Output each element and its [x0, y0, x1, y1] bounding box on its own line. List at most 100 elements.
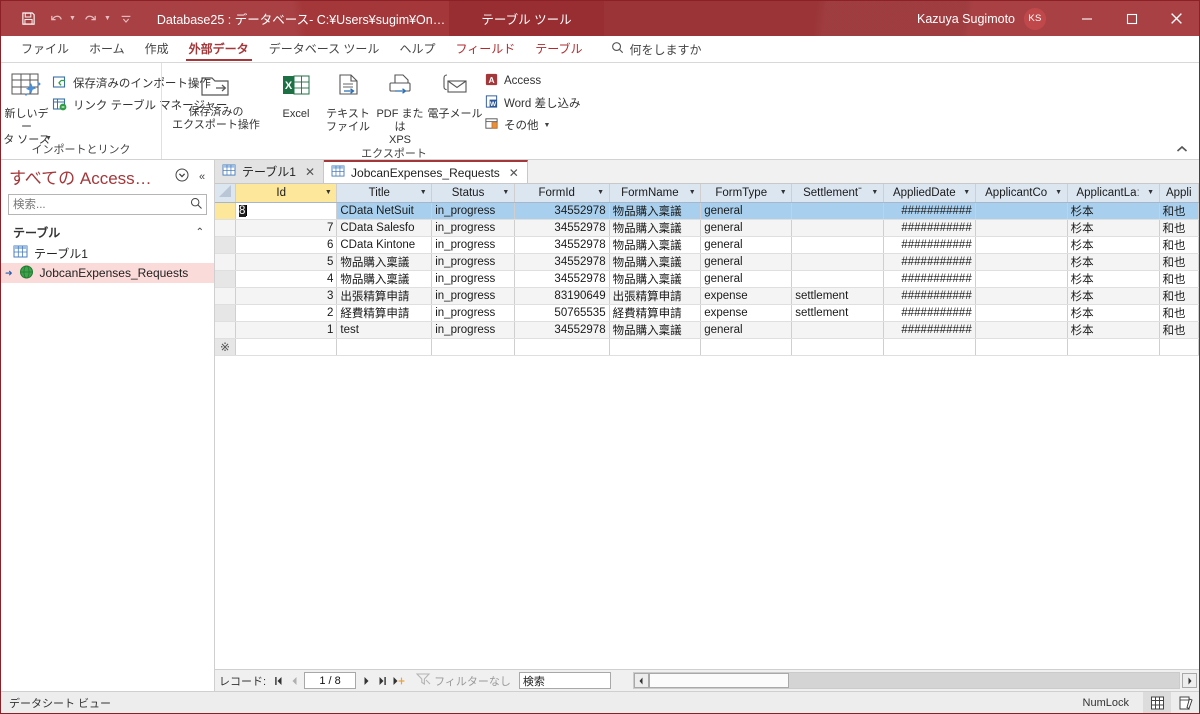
- cell-id[interactable]: 5: [235, 253, 338, 271]
- cell-applicantcode[interactable]: [975, 321, 1068, 339]
- user-name[interactable]: Kazuya Sugimoto: [917, 12, 1015, 26]
- cell-formtype[interactable]: general: [700, 321, 793, 339]
- cell-applicantcode[interactable]: [975, 219, 1068, 237]
- table-row[interactable]: 7 CData Salesfo in_progress 34552978 物品購入稟議 g…: [215, 219, 1199, 237]
- export-word-merge-button[interactable]: W Word 差し込み: [484, 92, 586, 114]
- cell-id[interactable]: 6: [235, 236, 338, 254]
- redo-icon[interactable]: [78, 7, 104, 31]
- cell-applicantcode[interactable]: [975, 304, 1068, 322]
- column-header-applicantlastname[interactable]: ApplicantLaː ▼: [1067, 184, 1160, 203]
- cell-title[interactable]: 経費精算申請: [336, 304, 433, 322]
- record-search-input[interactable]: 検索: [518, 672, 611, 689]
- cell-id[interactable]: 2: [235, 304, 338, 322]
- select-all-cell[interactable]: [215, 184, 236, 203]
- cell-settlementtype[interactable]: [791, 270, 884, 288]
- cell-applicantfirstname[interactable]: 和也: [1159, 236, 1199, 254]
- datasheet-grid[interactable]: Id ▼ Title ▼ Status ▼ FormId ▼ FormName ▼ FormType…: [215, 184, 1199, 669]
- cell-settlementtype[interactable]: [791, 219, 884, 237]
- cell-new-formtype[interactable]: [700, 338, 793, 356]
- chevron-up-icon[interactable]: ⌃: [196, 227, 204, 238]
- cell-id[interactable]: 3: [235, 287, 338, 305]
- ribbon-tab-help[interactable]: ヘルプ: [389, 36, 445, 62]
- cell-title[interactable]: CData Salesfo: [336, 219, 433, 237]
- export-more-dropdown-icon[interactable]: ▼: [544, 122, 551, 129]
- export-pdf-xps-button[interactable]: PDF または XPS: [374, 66, 426, 147]
- cell-formname[interactable]: 物品購入稟議: [609, 202, 702, 220]
- column-header-id[interactable]: Id ▼: [235, 184, 338, 203]
- table-row[interactable]: 1 test in_progress 34552978 物品購入稟議 general ###…: [215, 321, 1199, 339]
- customize-qat-icon[interactable]: [113, 7, 139, 31]
- horizontal-scrollbar[interactable]: [632, 672, 1180, 689]
- cell-applicantfirstname[interactable]: 和也: [1159, 219, 1199, 237]
- cell-applieddate[interactable]: ###########: [883, 321, 976, 339]
- column-header-status[interactable]: Status ▼: [431, 184, 515, 203]
- cell-formid[interactable]: 34552978: [514, 270, 610, 288]
- cell-title[interactable]: 出張精算申請: [336, 287, 433, 305]
- cell-formid[interactable]: 83190649: [514, 287, 610, 305]
- cell-applicantlastname[interactable]: 杉本: [1067, 304, 1160, 322]
- new-record-row[interactable]: ※: [215, 338, 1199, 356]
- table-row[interactable]: 8 CData NetSuit in_progress 34552978 物品購入稟議 g…: [215, 201, 1199, 220]
- cell-new-status[interactable]: [431, 338, 515, 356]
- cell-new-formid[interactable]: [514, 338, 610, 356]
- cell-applieddate[interactable]: ###########: [883, 253, 976, 271]
- undo-dropdown-icon[interactable]: ▼: [69, 15, 76, 22]
- cell-applicantcode[interactable]: [975, 253, 1068, 271]
- table-row[interactable]: 6 CData Kintone in_progress 34552978 物品購入稟議 g…: [215, 236, 1199, 254]
- cell-applicantlastname[interactable]: 杉本: [1067, 321, 1160, 339]
- collapse-ribbon-button[interactable]: [1173, 141, 1191, 157]
- scroll-right-button[interactable]: [1182, 673, 1197, 688]
- row-selector[interactable]: [215, 219, 236, 237]
- table-row[interactable]: 4 物品購入稟議 in_progress 34552978 物品購入稟議 general #…: [215, 270, 1199, 288]
- cell-id[interactable]: 7: [235, 219, 338, 237]
- close-icon[interactable]: ✕: [509, 166, 519, 180]
- cell-formtype[interactable]: general: [700, 253, 793, 271]
- cell-formtype[interactable]: expense: [700, 287, 793, 305]
- export-email-button[interactable]: 電子メール: [426, 66, 484, 121]
- cell-settlementtype[interactable]: [791, 202, 884, 220]
- cell-status[interactable]: in_progress: [431, 321, 515, 339]
- last-record-button[interactable]: [374, 672, 390, 690]
- cell-new-applicantcode[interactable]: [975, 338, 1068, 356]
- cell-formtype[interactable]: expense: [700, 304, 793, 322]
- cell-status[interactable]: in_progress: [431, 253, 515, 271]
- cell-formtype[interactable]: general: [700, 202, 793, 220]
- redo-dropdown-icon[interactable]: ▼: [104, 15, 111, 22]
- cell-status[interactable]: in_progress: [431, 219, 515, 237]
- cell-applicantfirstname[interactable]: 和也: [1159, 304, 1199, 322]
- cell-applicantfirstname[interactable]: 和也: [1159, 321, 1199, 339]
- scrollbar-thumb[interactable]: [648, 673, 789, 688]
- navigation-group-tables[interactable]: テーブル ⌃: [7, 221, 208, 243]
- new-data-source-dropdown-icon[interactable]: ▼: [45, 135, 52, 142]
- table-row[interactable]: 3 出張精算申請 in_progress 83190649 出張精算申請 expense s…: [215, 287, 1199, 305]
- next-record-button[interactable]: [358, 672, 374, 690]
- column-header-formname[interactable]: FormName ▼: [609, 184, 702, 203]
- cell-title[interactable]: CData NetSuit: [336, 202, 433, 220]
- cell-settlementtype[interactable]: settlement: [791, 304, 884, 322]
- cell-status[interactable]: in_progress: [431, 304, 515, 322]
- cell-status[interactable]: in_progress: [431, 202, 515, 220]
- search-input[interactable]: [13, 196, 190, 213]
- cell-applicantcode[interactable]: [975, 287, 1068, 305]
- cell-settlementtype[interactable]: [791, 236, 884, 254]
- cell-title[interactable]: CData Kintone: [336, 236, 433, 254]
- cell-applicantfirstname[interactable]: 和也: [1159, 202, 1199, 220]
- row-selector[interactable]: [215, 287, 236, 305]
- cell-new-formname[interactable]: [609, 338, 702, 356]
- ribbon-tab-home[interactable]: ホーム: [79, 36, 135, 62]
- ribbon-tab-external-data[interactable]: 外部データ: [179, 36, 259, 62]
- chevron-down-icon[interactable]: ▼: [1146, 189, 1156, 196]
- row-selector[interactable]: [215, 304, 236, 322]
- cell-applicantlastname[interactable]: 杉本: [1067, 236, 1160, 254]
- cell-formtype[interactable]: general: [700, 270, 793, 288]
- chevron-down-icon[interactable]: ▼: [687, 189, 697, 196]
- cell-formtype[interactable]: general: [700, 236, 793, 254]
- cell-applieddate[interactable]: ###########: [883, 287, 976, 305]
- cell-applicantlastname[interactable]: 杉本: [1067, 270, 1160, 288]
- cell-applicantcode[interactable]: [975, 236, 1068, 254]
- cell-formid[interactable]: 34552978: [514, 202, 610, 220]
- cell-new-applicantfirstname[interactable]: [1159, 338, 1199, 356]
- cell-formname[interactable]: 物品購入稟議: [609, 236, 702, 254]
- cell-applieddate[interactable]: ###########: [883, 202, 976, 220]
- document-tab-table1[interactable]: テーブル1 ✕: [215, 160, 325, 183]
